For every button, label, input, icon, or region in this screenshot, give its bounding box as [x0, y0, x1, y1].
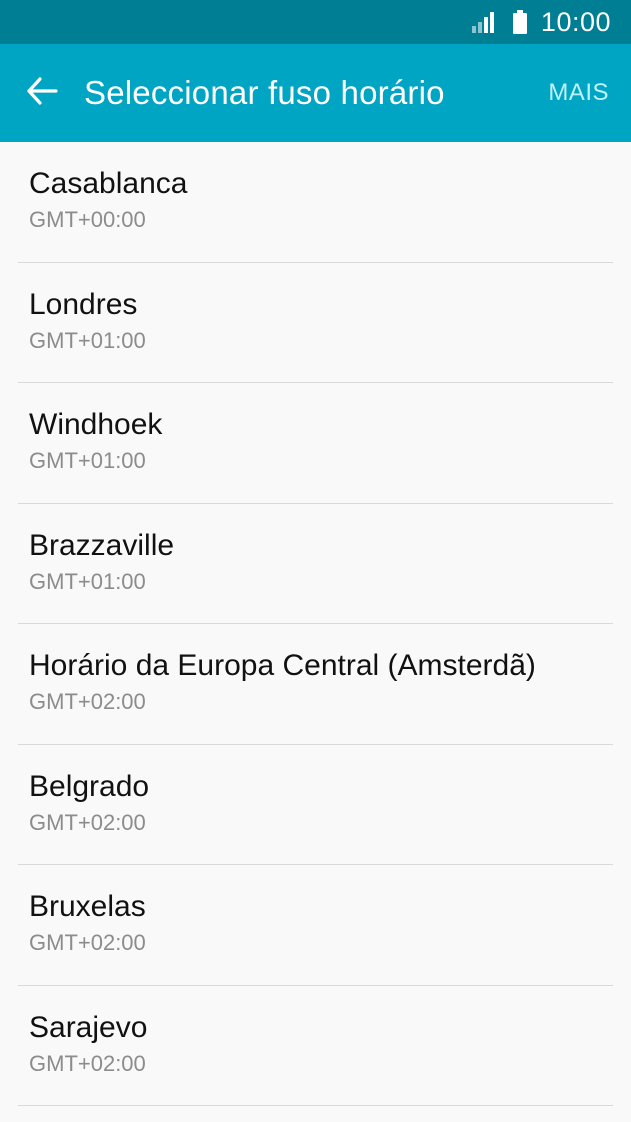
timezone-item-casablanca[interactable]: Casablanca GMT+00:00	[18, 142, 613, 263]
timezone-item-belgrado[interactable]: Belgrado GMT+02:00	[18, 745, 613, 865]
timezone-name: Bruxelas	[29, 890, 146, 923]
timezone-item-sarajevo[interactable]: Sarajevo GMT+02:00	[18, 986, 613, 1106]
timezone-name: Windhoek	[29, 408, 163, 441]
timezone-item-londres[interactable]: Londres GMT+01:00	[18, 263, 613, 383]
timezone-name: Sarajevo	[29, 1010, 148, 1044]
status-clock: 10:00	[540, 6, 611, 37]
timezone-name: Belgrado	[29, 769, 150, 803]
signal-icon	[471, 11, 497, 33]
timezone-offset: GMT+01:00	[29, 568, 146, 594]
timezone-name: Casablanca	[29, 167, 188, 200]
app-bar: Seleccionar fuso horário MAIS	[0, 44, 631, 142]
page-title: Seleccionar fuso horário	[84, 74, 445, 111]
timezone-item-bruxelas[interactable]: Bruxelas GMT+02:00	[18, 865, 613, 986]
status-bar: 10:00	[0, 0, 631, 44]
timezone-offset: GMT+02:00	[29, 1050, 146, 1076]
timezone-offset: GMT+02:00	[29, 809, 146, 835]
timezone-list: Casablanca GMT+00:00 Londres GMT+01:00 W…	[0, 142, 631, 1106]
timezone-offset: GMT+01:00	[29, 448, 146, 473]
more-button[interactable]: MAIS	[538, 44, 631, 142]
timezone-name: Londres	[29, 287, 138, 321]
timezone-item-brazzaville[interactable]: Brazzaville GMT+01:00	[18, 504, 613, 624]
arrow-left-icon	[26, 76, 58, 110]
timezone-offset: GMT+02:00	[29, 930, 146, 955]
timezone-offset: GMT+02:00	[29, 689, 146, 714]
timezone-offset: GMT+01:00	[29, 327, 146, 353]
battery-icon	[512, 10, 527, 34]
timezone-name: Horário da Europa Central (Amsterdã)	[29, 649, 536, 682]
timezone-offset: GMT+00:00	[29, 207, 146, 232]
timezone-item-windhoek[interactable]: Windhoek GMT+01:00	[18, 383, 613, 504]
timezone-name: Brazzaville	[29, 528, 175, 562]
back-button[interactable]	[0, 44, 84, 142]
timezone-item-amsterdam[interactable]: Horário da Europa Central (Amsterdã) GMT…	[18, 624, 613, 745]
